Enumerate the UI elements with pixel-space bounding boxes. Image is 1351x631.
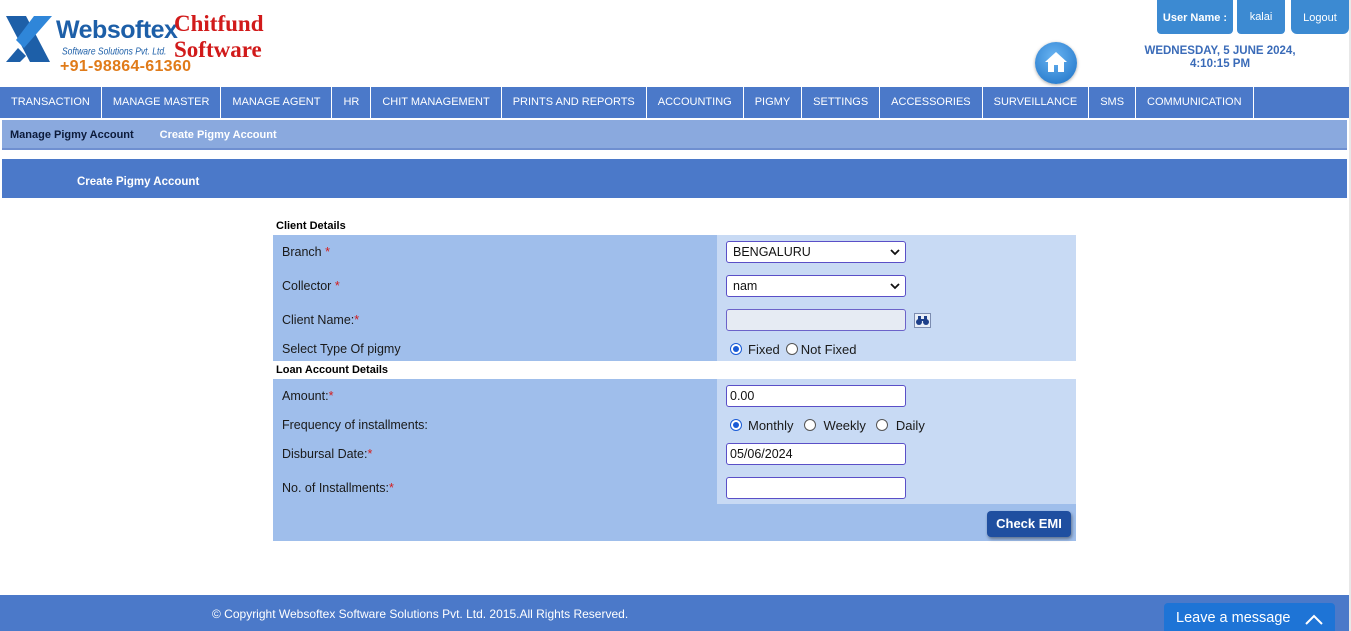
product-name-line2: Software bbox=[174, 37, 262, 62]
brand-phone: +91-98864-61360 bbox=[60, 58, 192, 75]
chevron-down-icon bbox=[890, 249, 900, 256]
nav-sms[interactable]: SMS bbox=[1089, 87, 1137, 118]
nav-prints-and-reports[interactable]: PRINTS AND REPORTS bbox=[502, 87, 647, 118]
collector-select[interactable]: nam bbox=[726, 275, 906, 297]
nav-chit-management[interactable]: CHIT MANAGEMENT bbox=[371, 87, 502, 118]
brand-subtitle: Software Solutions Pvt. Ltd. bbox=[62, 45, 167, 57]
nav-manage-agent[interactable]: MANAGE AGENT bbox=[221, 87, 333, 118]
product-name: Chitfund Software bbox=[174, 11, 263, 63]
collector-label: Collector * bbox=[282, 279, 340, 293]
installments-input[interactable] bbox=[726, 476, 906, 499]
page-title: Create Pigmy Account bbox=[77, 176, 200, 188]
frequency-daily-option[interactable]: Daily bbox=[875, 418, 925, 433]
radio-not-fixed[interactable] bbox=[785, 343, 798, 355]
nav-communication[interactable]: COMMUNICATION bbox=[1136, 87, 1254, 118]
websoftex-logo-icon bbox=[6, 16, 52, 62]
home-icon[interactable] bbox=[1035, 42, 1077, 84]
branch-select[interactable]: BENGALURU bbox=[726, 241, 906, 263]
client-name-label: Client Name:* bbox=[282, 313, 360, 327]
subnav-create-pigmy-account[interactable]: Create Pigmy Account bbox=[152, 120, 290, 148]
logout-button[interactable]: Logout bbox=[1291, 0, 1349, 34]
frequency-weekly-option[interactable]: Weekly bbox=[803, 418, 866, 433]
nav-hr[interactable]: HR bbox=[332, 87, 372, 118]
collector-row: Collector * nam bbox=[273, 269, 1076, 303]
radio-fixed[interactable] bbox=[730, 343, 742, 355]
chevron-up-icon bbox=[1305, 614, 1323, 625]
pigmy-type-fixed-option[interactable]: Fixed bbox=[730, 342, 780, 357]
current-datetime: WEDNESDAY, 5 JUNE 2024, 4:10:15 PM bbox=[1120, 45, 1320, 71]
current-date: WEDNESDAY, 5 JUNE 2024, bbox=[1144, 45, 1296, 57]
radio-daily[interactable] bbox=[875, 419, 888, 431]
frequency-row: Frequency of installments: Monthly Weekl… bbox=[273, 413, 1076, 437]
nav-accessories[interactable]: ACCESSORIES bbox=[880, 87, 983, 118]
client-name-row: Client Name:* bbox=[273, 303, 1076, 337]
loan-details-heading: Loan Account Details bbox=[273, 361, 1076, 379]
disbursal-date-row: Disbursal Date:* 05/06/2024 bbox=[273, 437, 1076, 471]
pigmy-type-label: Select Type Of pigmy bbox=[282, 342, 401, 356]
page: Websoftex Software Solutions Pvt. Ltd. +… bbox=[0, 0, 1351, 631]
nav-transaction[interactable]: TRANSACTION bbox=[0, 87, 102, 118]
radio-weekly[interactable] bbox=[803, 419, 816, 431]
installments-row: No. of Installments:* bbox=[273, 471, 1076, 504]
pigmy-type-row: Select Type Of pigmy Fixed Not Fixed bbox=[273, 337, 1076, 361]
client-details-heading: Client Details bbox=[276, 220, 346, 232]
disbursal-date-label: Disbursal Date:* bbox=[282, 447, 373, 461]
subnav-manage-pigmy-account[interactable]: Manage Pigmy Account bbox=[2, 120, 152, 148]
sub-navigation: Manage Pigmy Account Create Pigmy Accoun… bbox=[2, 120, 1347, 150]
loan-details-panel: Amount:* 0.00 Frequency of installments:… bbox=[273, 379, 1076, 541]
footer: © Copyright Websoftex Software Solutions… bbox=[0, 595, 1351, 631]
radio-monthly[interactable] bbox=[730, 419, 742, 431]
nav-pigmy[interactable]: PIGMY bbox=[744, 87, 803, 118]
binoculars-search-icon[interactable] bbox=[914, 312, 931, 328]
copyright-text: © Copyright Websoftex Software Solutions… bbox=[212, 607, 629, 621]
leave-message-label: Leave a message bbox=[1176, 610, 1291, 626]
nav-settings[interactable]: SETTINGS bbox=[802, 87, 881, 118]
installments-label: No. of Installments:* bbox=[282, 480, 394, 495]
client-name-input[interactable] bbox=[726, 309, 906, 331]
leave-message-widget[interactable]: Leave a message bbox=[1164, 603, 1335, 631]
nav-surveillance[interactable]: SURVEILLANCE bbox=[983, 87, 1090, 118]
current-time: 4:10:15 PM bbox=[1189, 58, 1251, 70]
client-details-panel: Branch * BENGALURU Collector * nam Clien… bbox=[273, 235, 1076, 361]
nav-manage-master[interactable]: MANAGE MASTER bbox=[102, 87, 222, 118]
create-pigmy-form: Client Details Branch * BENGALURU Collec… bbox=[273, 215, 1076, 541]
frequency-label: Frequency of installments: bbox=[282, 418, 428, 432]
user-name-value: kalai bbox=[1237, 0, 1285, 34]
page-title-bar: Create Pigmy Account bbox=[2, 159, 1347, 198]
check-emi-button[interactable]: Check EMI bbox=[987, 511, 1071, 537]
pigmy-type-not-fixed-option[interactable]: Not Fixed bbox=[785, 342, 856, 357]
user-name-label: User Name : bbox=[1157, 0, 1233, 34]
amount-label: Amount:* bbox=[282, 389, 334, 403]
main-navigation: TRANSACTION MANAGE MASTER MANAGE AGENT H… bbox=[0, 87, 1349, 118]
amount-input[interactable]: 0.00 bbox=[726, 385, 906, 407]
company-logo: Websoftex Software Solutions Pvt. Ltd. +… bbox=[4, 10, 274, 78]
amount-row: Amount:* 0.00 bbox=[273, 379, 1076, 413]
chevron-down-icon bbox=[890, 283, 900, 290]
disbursal-date-input[interactable]: 05/06/2024 bbox=[726, 443, 906, 465]
product-name-line1: Chitfund bbox=[174, 11, 264, 36]
branch-row: Branch * BENGALURU bbox=[273, 235, 1076, 269]
frequency-monthly-option[interactable]: Monthly bbox=[730, 418, 794, 433]
branch-label: Branch * bbox=[282, 245, 330, 259]
nav-accounting[interactable]: ACCOUNTING bbox=[647, 87, 744, 118]
brand-name: Websoftex bbox=[56, 16, 178, 44]
home-glyph-icon bbox=[1045, 52, 1067, 72]
